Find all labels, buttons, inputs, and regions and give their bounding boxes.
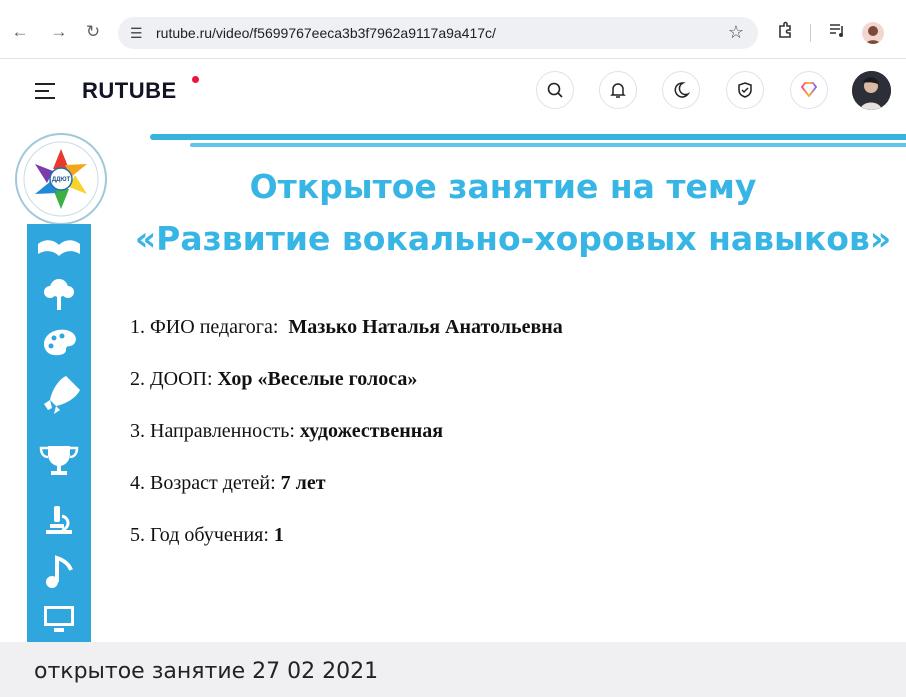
- list-item: 5. Год обучения: 1: [130, 524, 563, 576]
- moon-icon[interactable]: [662, 71, 700, 109]
- palette-icon: [44, 329, 76, 356]
- item-label: Возраст детей:: [150, 472, 276, 494]
- video-title-bar: открытое занятие 27 02 2021: [0, 642, 906, 697]
- item-number: 2.: [130, 368, 145, 390]
- item-value: художественная: [299, 420, 444, 442]
- shield-check-icon[interactable]: [726, 71, 764, 109]
- microscope-icon: [46, 506, 72, 534]
- slide-decor-stripe: [150, 134, 906, 140]
- item-number: 4.: [130, 472, 145, 494]
- item-value: Хор «Веселые голоса»: [217, 368, 418, 390]
- slide-decor-stripe: [190, 143, 906, 147]
- music-note-icon: [46, 555, 73, 588]
- slide-title-line-1: Открытое занятие на тему: [249, 167, 757, 206]
- video-player[interactable]: ДДЮТ Открытое занятие на тему «Развитие …: [0, 124, 906, 642]
- back-icon[interactable]: ←: [9, 21, 31, 43]
- slide-title-line-2: «Развитие вокально-хоровых навыков»: [134, 219, 892, 258]
- item-number: 5.: [130, 524, 145, 546]
- menu-icon[interactable]: [35, 83, 55, 99]
- item-label: ДООП:: [150, 368, 213, 390]
- bookmark-star-icon[interactable]: ☆: [728, 22, 744, 43]
- item-value: Мазько Наталья Анатольевна: [288, 316, 563, 338]
- browser-toolbar: ← → ↻ ☰ rutube.ru/video/f5699767eeca3b3f…: [0, 0, 906, 59]
- item-label: ФИО педагога:: [150, 316, 279, 338]
- url-text[interactable]: rutube.ru/video/f5699767eeca3b3f7962a911…: [156, 25, 496, 41]
- trophy-icon: [39, 446, 79, 475]
- item-label: Направленность:: [150, 420, 295, 442]
- search-icon[interactable]: [536, 71, 574, 109]
- tree-icon: [44, 279, 74, 310]
- item-number: 3.: [130, 420, 145, 442]
- reload-icon[interactable]: ↻: [82, 21, 104, 43]
- forward-icon[interactable]: →: [48, 21, 70, 43]
- user-avatar[interactable]: [852, 71, 891, 110]
- computer-icon: [44, 606, 74, 632]
- list-item: 2. ДООП: Хор «Веселые голоса»: [130, 368, 563, 420]
- premium-diamond-icon[interactable]: [790, 71, 828, 109]
- reading-list-icon[interactable]: [828, 21, 846, 44]
- logo-accent-dot: [192, 76, 199, 83]
- video-title: открытое занятие 27 02 2021: [34, 659, 379, 684]
- rocket-icon: [44, 376, 80, 414]
- list-item: 4. Возраст детей: 7 лет: [130, 472, 563, 524]
- address-bar[interactable]: ☰ rutube.ru/video/f5699767eeca3b3f7962a9…: [118, 17, 758, 49]
- toolbar-divider: [810, 24, 811, 42]
- slide-info-list: 1. ФИО педагога: Мазько Наталья Анатолье…: [130, 316, 563, 576]
- profile-avatar[interactable]: [862, 22, 884, 44]
- item-number: 1.: [130, 316, 145, 338]
- extensions-icon[interactable]: [776, 21, 794, 44]
- site-settings-icon[interactable]: ☰: [130, 25, 143, 42]
- item-label: Год обучения:: [150, 524, 269, 546]
- item-value: 1: [273, 524, 284, 546]
- list-item: 1. ФИО педагога: Мазько Наталья Анатолье…: [130, 316, 563, 368]
- bell-icon[interactable]: [599, 71, 637, 109]
- rutube-logo[interactable]: RUTUBE: [82, 78, 177, 104]
- item-value: 7 лет: [280, 472, 326, 494]
- list-item: 3. Направленность: художественная: [130, 420, 563, 472]
